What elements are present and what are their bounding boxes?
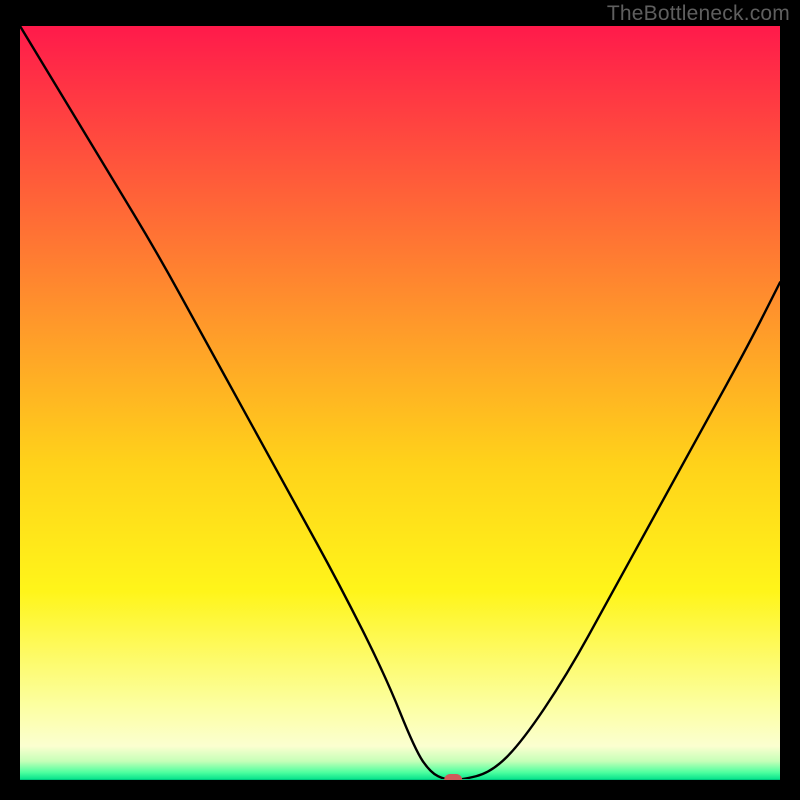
watermark-text: TheBottleneck.com bbox=[607, 2, 790, 26]
chart-frame: TheBottleneck.com bbox=[0, 0, 800, 800]
bottleneck-chart bbox=[20, 26, 780, 780]
gradient-background bbox=[20, 26, 780, 780]
